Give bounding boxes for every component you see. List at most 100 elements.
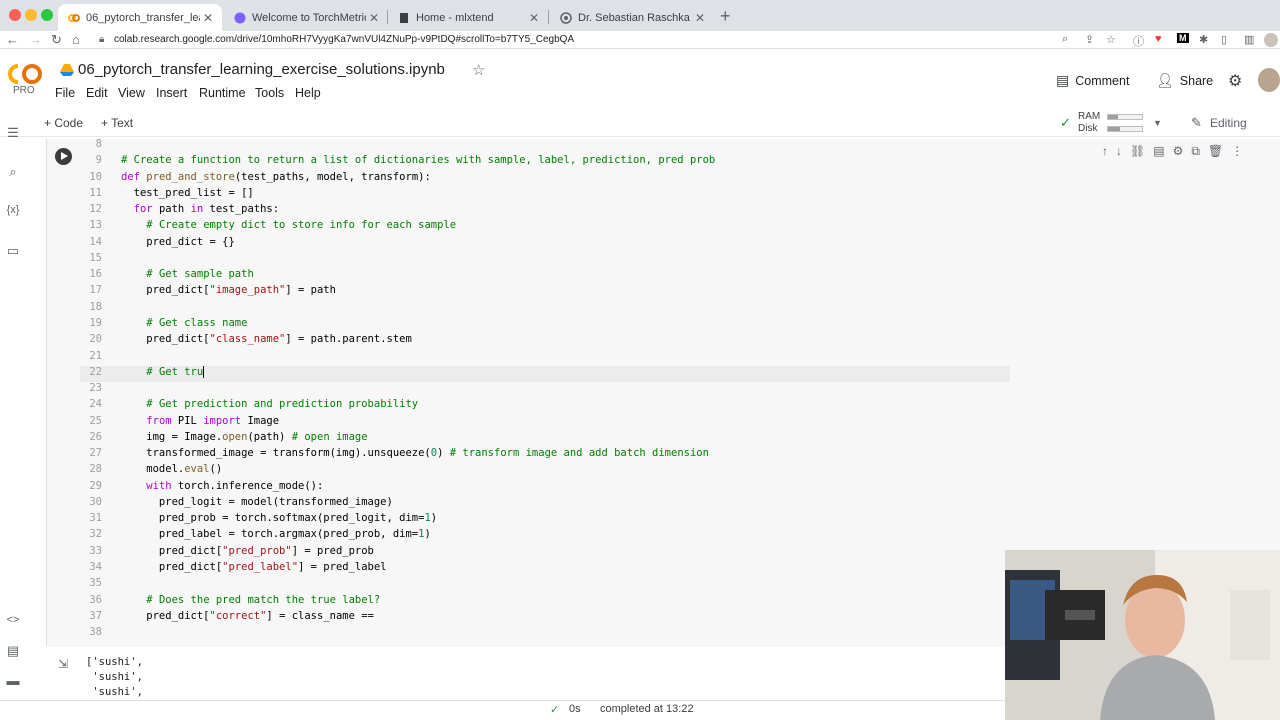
readinglist-icon[interactable]: ▯ [1221, 33, 1227, 46]
lock-icon[interactable]: 🔒︎ [99, 34, 104, 45]
forward-arrow-icon[interactable]: → [29, 32, 42, 47]
browser-tab-torchmetrics[interactable]: Welcome to TorchMetrics — P ✕ [224, 4, 388, 31]
zoom-icon[interactable]: ⌕ [1062, 33, 1068, 46]
notebook-title[interactable]: 06_pytorch_transfer_learning_exercise_so… [78, 61, 445, 78]
status-text[interactable]: completed at 13:22 [600, 703, 694, 715]
code-line[interactable]: 18 [80, 301, 1010, 317]
settings-gear-icon[interactable]: ⚙ [1228, 71, 1242, 91]
profile-avatar[interactable] [1264, 33, 1278, 47]
close-window-button[interactable] [9, 9, 21, 21]
add-code-button[interactable]: + Code [44, 116, 83, 130]
bookmark-star-icon[interactable]: ☆ [1106, 33, 1116, 46]
menu-tools[interactable]: Tools [255, 86, 284, 100]
browser-tab-raschka[interactable]: Dr. Sebastian Raschka ✕ [550, 4, 714, 31]
code-line[interactable]: 25 from PIL import Image [80, 415, 1010, 431]
code-line[interactable]: 26 img = Image.open(path) # open image [80, 431, 1010, 447]
close-tab-icon[interactable]: ✕ [526, 11, 542, 25]
extension-info-icon[interactable]: ⓘ [1133, 33, 1144, 49]
comment-button[interactable]: ▤ Comment [1056, 72, 1129, 89]
browser-tab-colab[interactable]: 06_pytorch_transfer_learning ✕ [58, 4, 222, 31]
code-line[interactable]: 10 def pred_and_store(test_paths, model, … [80, 171, 1010, 187]
code-line[interactable]: 11 test_pred_list = [] [80, 187, 1010, 203]
resource-monitor[interactable]: RAM Disk [1078, 111, 1100, 135]
menu-runtime[interactable]: Runtime [199, 86, 246, 100]
chevron-down-icon[interactable]: ▼ [1153, 118, 1162, 128]
variables-icon[interactable]: {x} [4, 204, 22, 216]
code-line[interactable]: 27 transformed_image = transform(img).un… [80, 447, 1010, 463]
code-line[interactable]: 16 # Get sample path [80, 268, 1010, 284]
maximize-window-button[interactable] [41, 9, 53, 21]
line-number: 9 [95, 154, 102, 167]
browser-tab-mlxtend[interactable]: Home - mlxtend ✕ [388, 4, 548, 31]
close-tab-icon[interactable]: ✕ [366, 11, 382, 25]
star-icon[interactable]: ☆ [472, 61, 485, 79]
files-folder-icon[interactable]: ▭ [4, 243, 22, 259]
code-line[interactable]: 12 for path in test_paths: [80, 203, 1010, 219]
editing-mode-label[interactable]: Editing [1210, 116, 1247, 130]
menu-view[interactable]: View [118, 86, 145, 100]
reload-icon[interactable]: ↻ [51, 32, 62, 48]
more-vert-icon[interactable]: ⋮ [1231, 144, 1243, 164]
code-line[interactable]: 14 pred_dict = {} [80, 236, 1010, 252]
link-icon[interactable]: ⛓ [1130, 144, 1145, 164]
code-line[interactable]: 13 # Create empty dict to store info for… [80, 219, 1010, 235]
share-page-icon[interactable]: ⇪ [1085, 33, 1094, 46]
m-extension-icon[interactable]: M [1177, 33, 1189, 43]
close-tab-icon[interactable]: ✕ [200, 11, 216, 25]
pocket-extension-icon[interactable]: ♥ [1155, 33, 1162, 45]
menu-edit[interactable]: Edit [86, 86, 108, 100]
menu-help[interactable]: Help [295, 86, 321, 100]
delete-icon[interactable]: 🗑︎ [1208, 144, 1223, 164]
colab-favicon-icon [68, 12, 80, 24]
status-elapsed: 0s [569, 703, 581, 715]
code-line[interactable]: 21 [80, 350, 1010, 366]
url-text[interactable]: colab.research.google.com/drive/10mhoRH7… [114, 34, 574, 45]
extensions-puzzle-icon[interactable]: ✱ [1199, 33, 1208, 46]
code-line[interactable]: 30 pred_logit = model(transformed_image) [80, 496, 1010, 512]
code-line[interactable]: 36 # Does the pred match the true label? [80, 594, 1010, 610]
settings-gear-icon[interactable]: ⚙ [1173, 144, 1184, 164]
run-cell-button[interactable] [55, 148, 72, 165]
back-arrow-icon[interactable]: ← [6, 32, 19, 47]
code-line[interactable]: 23 [80, 382, 1010, 398]
code-line[interactable]: 32 pred_label = torch.argmax(pred_prob, … [80, 528, 1010, 544]
move-down-icon[interactable]: ↓ [1116, 144, 1122, 164]
code-line[interactable]: 17 pred_dict["image_path"] = path [80, 284, 1010, 300]
menu-insert[interactable]: Insert [156, 86, 187, 100]
code-line[interactable]: 9 # Create a function to return a list of… [80, 154, 1010, 170]
code-line[interactable]: 20 pred_dict["class_name"] = path.parent… [80, 333, 1010, 349]
menu-file[interactable]: File [55, 86, 75, 100]
code-line[interactable]: 24 # Get prediction and prediction proba… [80, 398, 1010, 414]
minimize-window-button[interactable] [25, 9, 37, 21]
command-palette-icon[interactable]: ▤ [4, 643, 22, 659]
code-line[interactable]: 15 [80, 252, 1010, 268]
mirror-cell-icon[interactable]: ⧉ [1191, 144, 1200, 164]
sidepanel-icon[interactable]: ▥ [1244, 33, 1254, 46]
code-line[interactable]: 37 pred_dict["correct"] = class_name == [80, 610, 1010, 626]
code-line[interactable]: 31 pred_prob = torch.softmax(pred_logit,… [80, 512, 1010, 528]
code-line[interactable]: 29 with torch.inference_mode(): [80, 480, 1010, 496]
user-avatar[interactable] [1258, 68, 1280, 92]
new-tab-button[interactable]: + [720, 6, 731, 27]
code-line[interactable]: 33 pred_dict["pred_prob"] = pred_prob [80, 545, 1010, 561]
code-line[interactable]: 28 model.eval() [80, 463, 1010, 479]
output-actions-icon[interactable]: ⇲ [58, 657, 68, 671]
add-text-button[interactable]: + Text [101, 116, 133, 130]
code-line[interactable]: 38 [80, 626, 1010, 642]
share-button[interactable]: 👤︎ Share [1156, 72, 1213, 89]
line-number: 22 [89, 365, 102, 378]
code-line[interactable]: 34 pred_dict["pred_label"] = pred_label [80, 561, 1010, 577]
colab-logo-icon[interactable] [7, 62, 43, 86]
comment-icon[interactable]: ▤ [1153, 144, 1164, 164]
move-up-icon[interactable]: ↑ [1102, 144, 1108, 164]
code-line[interactable]: 8 [80, 138, 1010, 154]
close-tab-icon[interactable]: ✕ [692, 11, 708, 25]
terminal-icon[interactable]: ▬ [4, 673, 22, 688]
toc-icon[interactable]: ☰ [4, 125, 22, 141]
home-icon[interactable]: ⌂ [72, 32, 80, 47]
code-line[interactable]: 19 # Get class name [80, 317, 1010, 333]
code-line[interactable]: 35 [80, 577, 1010, 593]
code-snippets-icon[interactable]: <> [4, 614, 22, 626]
search-icon[interactable]: ⌕ [4, 164, 22, 180]
code-line[interactable]: 22 # Get tru [80, 365, 1010, 382]
